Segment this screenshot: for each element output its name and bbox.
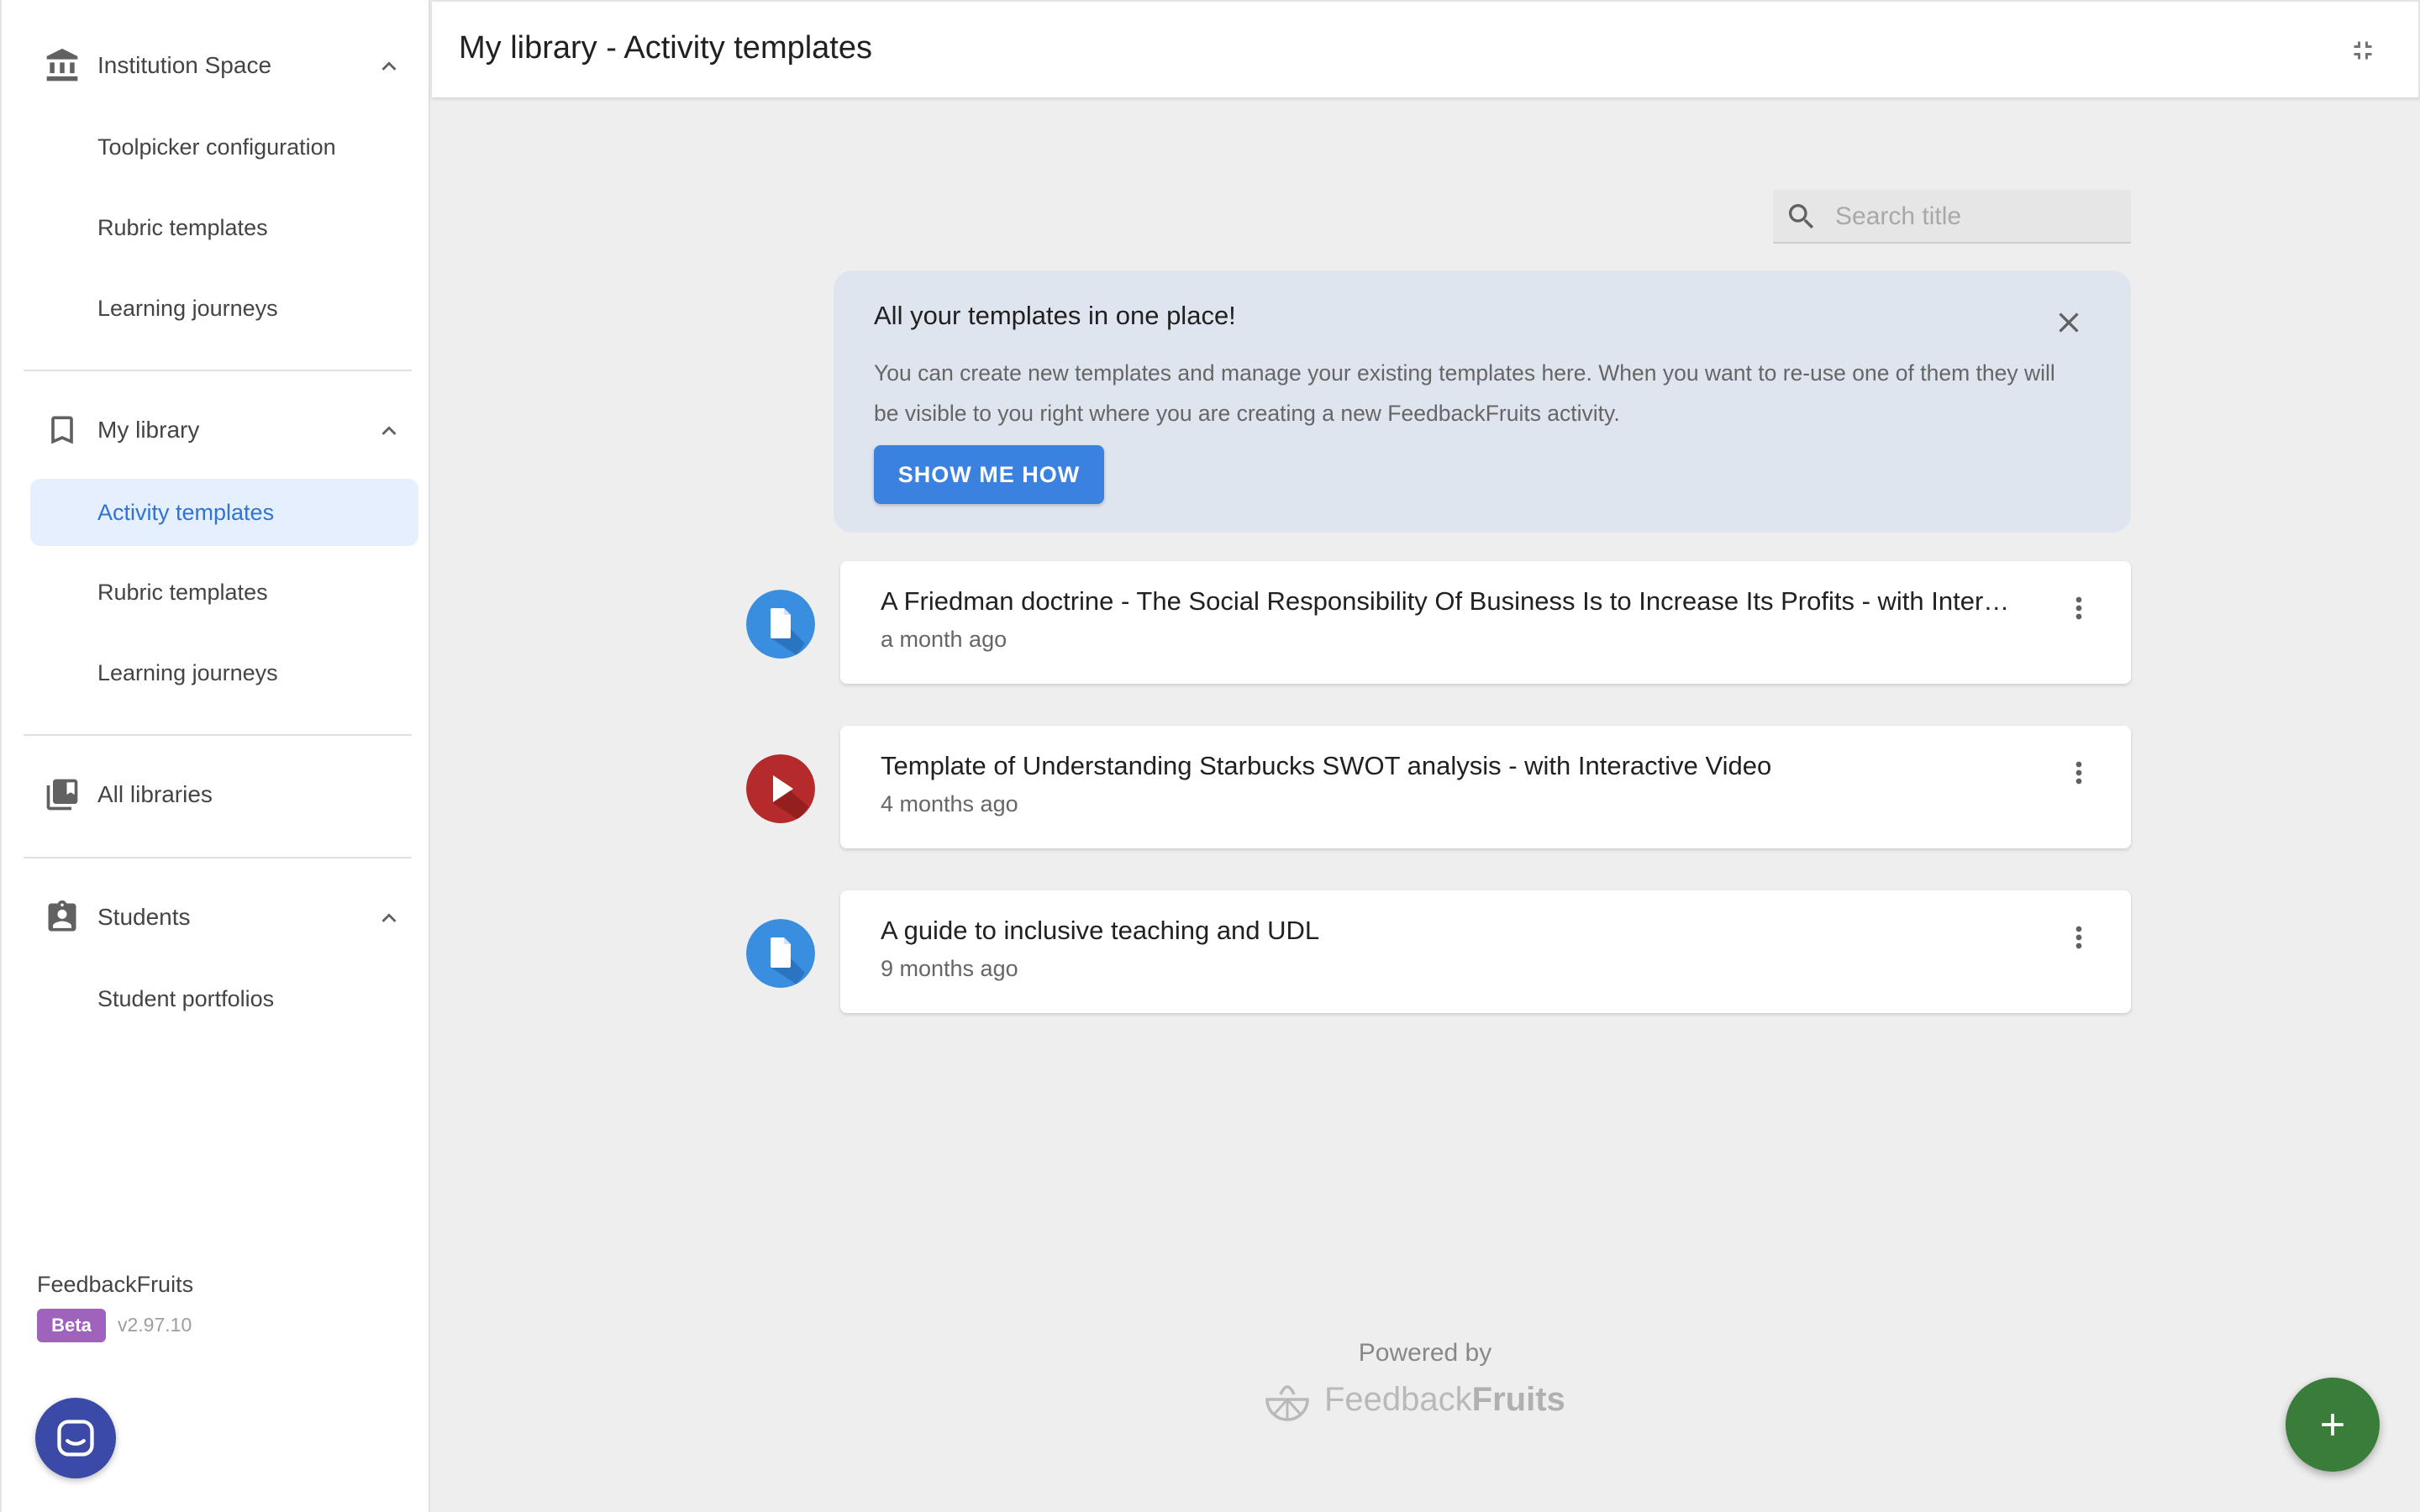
template-card[interactable]: A Friedman doctrine - The Social Respons… (840, 561, 2131, 684)
sidebar-item-rubric-templates[interactable]: Rubric templates (30, 559, 418, 626)
sidebar-item-learning-journeys[interactable]: Learning journeys (30, 639, 418, 706)
sidebar-section-my-library[interactable]: My library (2, 390, 432, 470)
sidebar-item-label: Toolpicker configuration (97, 134, 336, 160)
sidebar-divider (24, 734, 412, 736)
chat-button[interactable] (35, 1398, 116, 1478)
student-badge-icon (48, 900, 76, 932)
more-vert-icon[interactable] (2062, 921, 2096, 954)
document-type-icon (746, 590, 815, 659)
template-title: Template of Understanding Starbucks SWOT… (881, 751, 1772, 780)
sidebar-item-toolpicker-configuration[interactable]: Toolpicker configuration (30, 113, 418, 181)
feedbackfruits-logo-icon (1265, 1385, 1309, 1421)
sidebar-section-all-libraries[interactable]: All libraries (2, 754, 432, 835)
search-icon (1789, 204, 1814, 229)
logo-text-bold: Fruits (1471, 1380, 1565, 1418)
sidebar-section-students[interactable]: Students (2, 877, 432, 958)
template-row: A guide to inclusive teaching and UDL 9 … (739, 890, 2131, 1016)
close-icon[interactable] (2052, 306, 2086, 339)
sidebar: Institution Space Toolpicker configurati… (0, 0, 430, 1512)
more-vert-icon[interactable] (2062, 756, 2096, 790)
info-banner: All your templates in one place! You can… (834, 270, 2131, 533)
chat-icon (57, 1420, 94, 1457)
sidebar-item-label: Learning journeys (97, 295, 278, 321)
sidebar-item-label: Activity templates (97, 499, 275, 525)
page-title: My library - Activity templates (459, 30, 872, 66)
template-card[interactable]: A guide to inclusive teaching and UDL 9 … (840, 890, 2131, 1013)
template-title: A guide to inclusive teaching and UDL (881, 916, 1320, 945)
template-card[interactable]: Template of Understanding Starbucks SWOT… (840, 726, 2131, 848)
chevron-up-icon[interactable] (375, 52, 403, 81)
sidebar-item-label: Learning journeys (97, 659, 278, 685)
powered-by-label: Powered by (1358, 1339, 1492, 1367)
sidebar-item-student-portfolios[interactable]: Student portfolios (30, 965, 418, 1032)
template-title: A Friedman doctrine - The Social Respons… (881, 586, 2023, 616)
sidebar-item-institution-learning-journeys[interactable]: Learning journeys (30, 275, 418, 342)
feedbackfruits-logo: FeedbackFruits (1264, 1378, 1565, 1421)
sidebar-item-label: Rubric templates (97, 214, 268, 240)
sidebar-section-label: Students (97, 904, 191, 930)
sidebar-divider (24, 370, 412, 371)
sidebar-section-label: Institution Space (97, 52, 272, 78)
top-bar: My library - Activity templates (432, 0, 2420, 97)
beta-badge: Beta (37, 1309, 106, 1342)
sidebar-section-label: My library (97, 417, 200, 443)
sidebar-item-label: Student portfolios (97, 985, 275, 1011)
feedbackfruits-logo-text: FeedbackFruits (1324, 1381, 1565, 1419)
plus-icon (2322, 1414, 2344, 1436)
chevron-up-icon[interactable] (375, 417, 403, 445)
template-date: 4 months ago (881, 791, 1018, 816)
sidebar-item-label: Rubric templates (97, 579, 268, 605)
logo-text-light: Feedback (1324, 1380, 1472, 1418)
sidebar-divider (24, 857, 412, 858)
banner-title: All your templates in one place! (874, 301, 1236, 330)
sidebar-section-institution-space[interactable]: Institution Space (2, 25, 432, 106)
video-type-icon (746, 754, 815, 823)
bookmark-icon (51, 416, 73, 444)
sidebar-item-institution-rubric-templates[interactable]: Rubric templates (30, 194, 418, 261)
banner-text: You can create new templates and manage … (874, 360, 2055, 426)
libraries-icon (46, 779, 78, 811)
version-label: v2.97.10 (118, 1314, 192, 1336)
brand-name: FeedbackFruits (37, 1272, 194, 1297)
fullscreen-exit-icon[interactable] (2348, 35, 2378, 66)
search-box (1773, 190, 2131, 244)
more-vert-icon[interactable] (2062, 591, 2096, 625)
sidebar-item-activity-templates[interactable]: Activity templates (30, 479, 418, 546)
search-input[interactable] (1835, 197, 2121, 237)
document-type-icon (746, 919, 815, 988)
template-row: A Friedman doctrine - The Social Respons… (739, 561, 2131, 687)
add-template-button[interactable] (2286, 1378, 2380, 1472)
template-date: a month ago (881, 627, 1007, 652)
institution-icon (46, 48, 78, 81)
template-row: Template of Understanding Starbucks SWOT… (739, 726, 2131, 852)
template-date: 9 months ago (881, 956, 1018, 981)
chevron-up-icon[interactable] (375, 904, 403, 932)
sidebar-section-label: All libraries (97, 781, 213, 807)
show-me-how-button[interactable]: SHOW ME HOW (874, 445, 1104, 504)
